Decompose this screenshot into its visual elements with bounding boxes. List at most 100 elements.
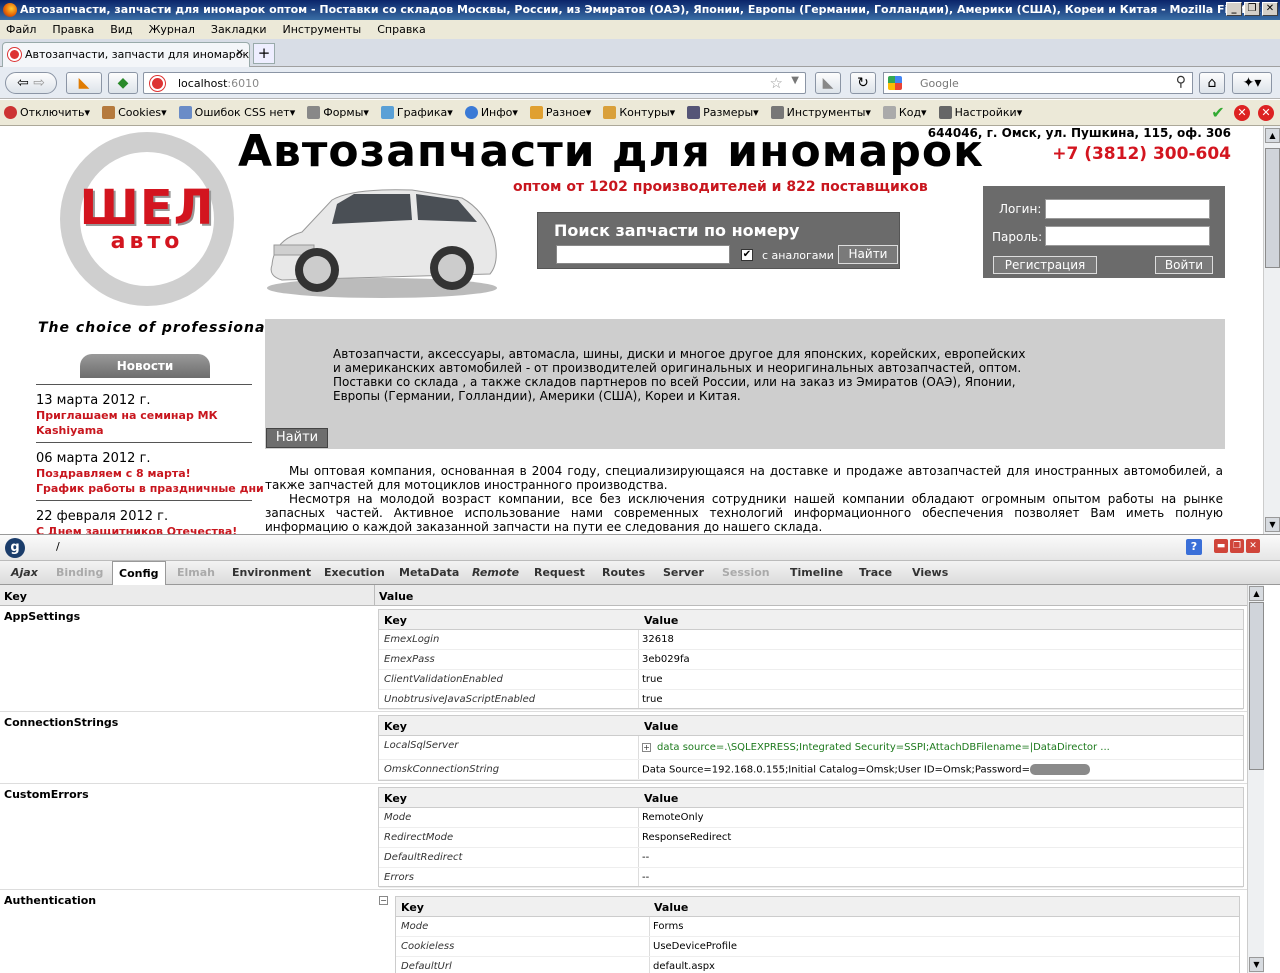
tab-metadata[interactable]: MetaData — [399, 566, 459, 579]
extension-button[interactable]: ✦▾ — [1232, 72, 1272, 94]
row-value: true — [642, 694, 663, 705]
search-icon[interactable]: ⚲ — [1176, 74, 1186, 90]
misc-menu[interactable]: Разное▾ — [529, 106, 592, 119]
source-menu[interactable]: Код▾ — [882, 106, 927, 119]
expand-icon[interactable]: + — [642, 742, 651, 752]
new-tab-button[interactable]: + — [253, 43, 275, 64]
tab-session[interactable]: Session — [722, 566, 770, 579]
maximize-button[interactable]: ❐ — [1244, 2, 1260, 16]
tab-routes[interactable]: Routes — [602, 566, 645, 579]
forward-arrow-icon[interactable]: ⇨ — [33, 75, 45, 91]
minimize-button[interactable]: _ — [1226, 2, 1242, 16]
row-value: Data Source=192.168.0.155;Initial Catalo… — [642, 764, 1090, 776]
menu-file[interactable]: Файл — [6, 23, 36, 36]
menu-help[interactable]: Справка — [377, 23, 425, 36]
page-scrollbar[interactable]: ▲ ▼ — [1263, 126, 1280, 534]
tab-elmah[interactable]: Elmah — [177, 566, 215, 579]
rss-button[interactable]: ◣ — [66, 72, 102, 94]
tab-environment[interactable]: Environment — [232, 566, 311, 579]
glimpse-logo-icon[interactable]: g — [5, 538, 25, 558]
search-box[interactable]: Google ⚲ — [883, 72, 1193, 94]
analogs-checkbox[interactable]: ✔ — [741, 249, 753, 261]
browser-tab[interactable]: Автозапчасти, запчасти для иномарок оп..… — [2, 42, 250, 67]
home-icon: ⌂ — [1207, 75, 1217, 91]
close-window-button[interactable]: ✕ — [1262, 2, 1278, 16]
tab-execution[interactable]: Execution — [324, 566, 385, 579]
collapse-icon[interactable]: − — [379, 896, 388, 905]
news-link[interactable]: Приглашаем на семинар МК — [36, 409, 218, 422]
tab-views[interactable]: Views — [912, 566, 948, 579]
tab-ajax[interactable]: Ajax — [11, 566, 38, 579]
tab-trace[interactable]: Trace — [859, 566, 892, 579]
reload-button[interactable]: ↻ — [850, 72, 876, 94]
scroll-thumb[interactable] — [1249, 602, 1264, 770]
info-menu[interactable]: Инфо▾ — [464, 106, 518, 119]
addon-button[interactable]: ◆ — [108, 72, 138, 94]
scroll-up-icon[interactable]: ▲ — [1265, 128, 1280, 143]
tab-request[interactable]: Request — [534, 566, 585, 579]
password-input[interactable] — [1045, 226, 1210, 246]
tab-timeline[interactable]: Timeline — [790, 566, 843, 579]
news-link[interactable]: График работы в праздничные дни — [36, 482, 264, 495]
register-button[interactable]: Регистрация — [993, 256, 1097, 274]
tab-server[interactable]: Server — [663, 566, 704, 579]
url-dropdown-icon[interactable]: ▼ — [791, 75, 799, 86]
close-toolbar-icon[interactable]: ✕ — [1258, 105, 1274, 121]
tab-config[interactable]: Config — [112, 561, 166, 585]
login-button[interactable]: Войти — [1155, 256, 1213, 274]
error-icon[interactable]: ✕ — [1234, 105, 1250, 121]
site-logo[interactable]: ШЕЛ авто — [60, 132, 234, 306]
help-icon[interactable]: ? — [1186, 539, 1202, 555]
news-link[interactable]: С Днем защитников Отечества! — [36, 525, 237, 534]
section-name: CustomErrors — [4, 788, 89, 801]
login-input[interactable] — [1045, 199, 1210, 219]
scroll-up-icon[interactable]: ▲ — [1249, 586, 1264, 601]
url-bar[interactable]: localhost:6010 ☆ ▼ — [143, 72, 806, 94]
scroll-thumb[interactable] — [1265, 148, 1280, 268]
home-button[interactable]: ⌂ — [1199, 72, 1225, 94]
scroll-down-icon[interactable]: ▼ — [1249, 957, 1264, 972]
inner-col-value: Value — [644, 792, 679, 805]
menu-bookmarks[interactable]: Закладки — [211, 23, 267, 36]
glimpse-scrollbar[interactable]: ▲ ▼ — [1247, 585, 1264, 973]
tools-menu[interactable]: Инструменты▾ — [770, 106, 871, 119]
tab-remote[interactable]: Remote — [472, 566, 519, 579]
part-search-button[interactable]: Найти — [838, 245, 898, 264]
close-tab-icon[interactable]: ✕ — [236, 48, 244, 59]
misc-label: Разное▾ — [545, 106, 592, 119]
row-value: 32618 — [642, 634, 674, 645]
images-menu[interactable]: Графика▾ — [380, 106, 453, 119]
disable-menu[interactable]: Отключить▾ — [4, 106, 90, 119]
feed-button[interactable]: ◣ — [815, 72, 841, 94]
news-link[interactable]: Поздравляем с 8 марта! — [36, 467, 191, 480]
part-number-input[interactable] — [556, 245, 730, 264]
menu-edit[interactable]: Правка — [52, 23, 94, 36]
promo-search-button[interactable]: Найти — [266, 428, 328, 448]
close-panel-icon[interactable]: ✕ — [1246, 539, 1260, 553]
menu-view[interactable]: Вид — [110, 23, 132, 36]
options-menu[interactable]: Настройки▾ — [938, 106, 1022, 119]
forms-menu[interactable]: Формы▾ — [307, 106, 369, 119]
google-icon[interactable] — [888, 76, 902, 90]
cookies-menu[interactable]: Cookies▾ — [102, 106, 167, 119]
bookmark-star-icon[interactable]: ☆ — [770, 74, 783, 92]
outline-menu[interactable]: Контуры▾ — [603, 106, 675, 119]
news-link[interactable]: Kashiyama — [36, 424, 104, 437]
resize-menu[interactable]: Размеры▾ — [687, 106, 759, 119]
nested-table: Key Value LocalSqlServer + data source=.\SQ… — [378, 715, 1244, 781]
col-key: Key — [4, 590, 27, 603]
back-forward-button[interactable]: ⇦ ⇨ — [5, 72, 57, 94]
popout-panel-icon[interactable]: ❐ — [1230, 539, 1244, 553]
back-arrow-icon[interactable]: ⇦ — [17, 75, 29, 91]
menu-tools[interactable]: Инструменты — [283, 23, 362, 36]
tab-binding[interactable]: Binding — [56, 566, 103, 579]
scroll-down-icon[interactable]: ▼ — [1265, 517, 1280, 532]
check-icon[interactable]: ✔ — [1210, 105, 1226, 121]
menu-history[interactable]: Журнал — [149, 23, 195, 36]
site-identity-icon[interactable] — [150, 76, 165, 91]
news-tab[interactable]: Новости — [80, 354, 210, 378]
row-value: -- — [642, 872, 650, 883]
tab-bar: Автозапчасти, запчасти для иномарок оп..… — [0, 39, 1280, 67]
css-menu[interactable]: Ошибок CSS нет▾ — [178, 106, 295, 119]
minimize-panel-icon[interactable]: ▬ — [1214, 539, 1228, 553]
